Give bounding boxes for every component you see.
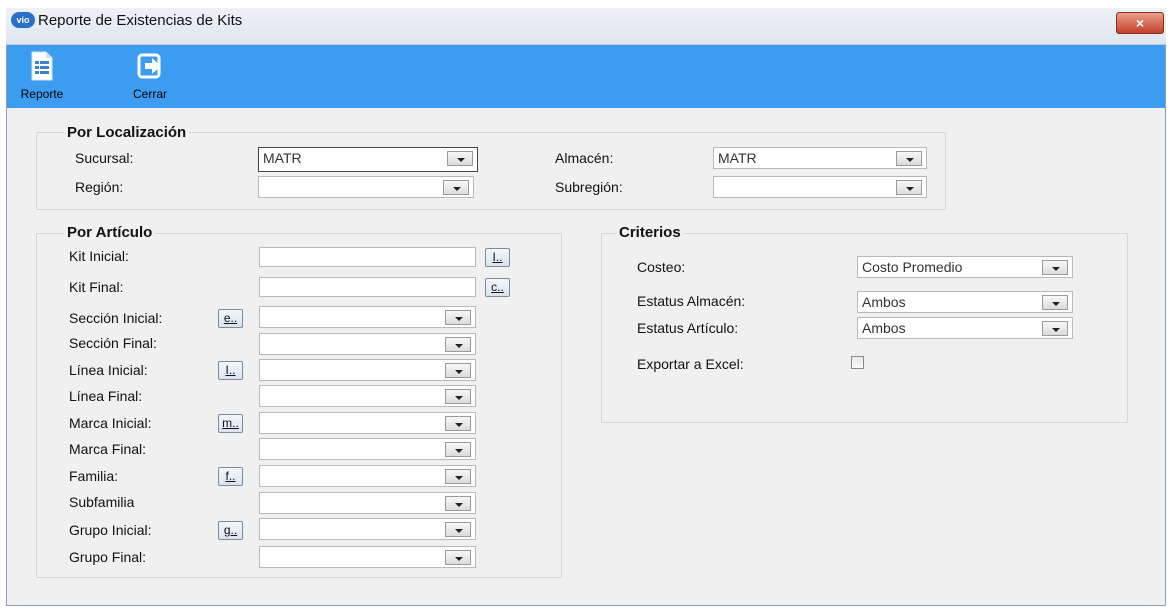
chevron-down-icon[interactable] xyxy=(896,151,922,166)
chevron-down-icon[interactable] xyxy=(445,469,471,484)
window-title: Reporte de Existencias de Kits xyxy=(38,12,243,29)
chevron-down-icon[interactable] xyxy=(445,442,471,457)
chevron-down-icon[interactable] xyxy=(445,363,471,378)
estatus-almacen-value: Ambos xyxy=(862,294,906,310)
chevron-down-icon[interactable] xyxy=(445,496,471,511)
estatus-articulo-select[interactable]: Ambos xyxy=(857,317,1073,339)
familia-search-button[interactable]: f.. xyxy=(218,467,243,486)
exit-arrow-icon xyxy=(137,53,161,79)
chevron-down-icon[interactable] xyxy=(445,416,471,431)
marca-search-button[interactable]: m.. xyxy=(218,414,243,433)
chevron-down-icon[interactable] xyxy=(443,180,469,195)
sucursal-select[interactable]: MATR xyxy=(258,147,478,172)
almacen-value: MATR xyxy=(718,150,757,166)
report-document-icon xyxy=(31,51,53,81)
costeo-value: Costo Promedio xyxy=(862,259,963,275)
close-window-button[interactable]: × xyxy=(1116,12,1164,34)
kit-final-search-button[interactable]: c.. xyxy=(485,278,510,297)
grupo-search-button[interactable]: g.. xyxy=(218,521,243,540)
kit-inicial-label: Kit Inicial: xyxy=(69,248,129,264)
chevron-down-icon[interactable] xyxy=(1042,295,1068,310)
costeo-label: Costeo: xyxy=(637,259,686,275)
familia-label: Familia: xyxy=(69,468,119,484)
linea-final-label: Línea Final: xyxy=(69,388,143,404)
chevron-down-icon[interactable] xyxy=(447,151,473,166)
marca-inicial-select[interactable] xyxy=(259,412,476,434)
grupo-inicial-label: Grupo Inicial: xyxy=(69,522,152,538)
app-logo-icon: vio xyxy=(11,12,35,28)
chevron-down-icon[interactable] xyxy=(896,180,922,195)
estatus-articulo-value: Ambos xyxy=(862,320,906,336)
grupo-inicial-select[interactable] xyxy=(259,518,476,540)
articulo-title: Por Artículo xyxy=(64,224,156,241)
chevron-down-icon[interactable] xyxy=(445,337,471,352)
linea-search-button[interactable]: I.. xyxy=(218,361,243,380)
reporte-button[interactable]: Reporte xyxy=(2,47,82,105)
localizacion-group xyxy=(36,132,946,210)
chevron-down-icon[interactable] xyxy=(445,310,471,325)
almacen-select[interactable]: MATR xyxy=(713,147,927,169)
chevron-down-icon[interactable] xyxy=(1042,260,1068,275)
sucursal-label: Sucursal: xyxy=(75,150,134,166)
seccion-final-select[interactable] xyxy=(259,333,476,355)
marca-inicial-label: Marca Inicial: xyxy=(69,415,152,431)
grupo-final-label: Grupo Final: xyxy=(69,549,147,565)
chevron-down-icon[interactable] xyxy=(445,389,471,404)
region-select[interactable] xyxy=(258,176,474,198)
exportar-excel-label: Exportar a Excel: xyxy=(637,356,744,372)
subfamilia-label: Subfamilia xyxy=(69,494,135,510)
seccion-inicial-select[interactable] xyxy=(259,306,476,328)
subregion-label: Subregión: xyxy=(555,179,623,195)
linea-inicial-label: Línea Inicial: xyxy=(69,362,148,378)
estatus-articulo-label: Estatus Artículo: xyxy=(637,320,739,336)
costeo-select[interactable]: Costo Promedio xyxy=(857,256,1073,278)
kit-final-label: Kit Final: xyxy=(69,279,124,295)
cerrar-button[interactable]: Cerrar xyxy=(110,47,190,105)
reporte-label: Reporte xyxy=(20,87,64,101)
seccion-search-button[interactable]: e.. xyxy=(218,309,243,328)
localizacion-title: Por Localización xyxy=(64,124,190,141)
subfamilia-select[interactable] xyxy=(259,492,476,514)
estatus-almacen-select[interactable]: Ambos xyxy=(857,291,1073,313)
region-label: Región: xyxy=(75,179,124,195)
cerrar-label: Cerrar xyxy=(132,87,167,101)
seccion-inicial-label: Sección Inicial: xyxy=(69,310,163,326)
linea-final-select[interactable] xyxy=(259,385,476,407)
subregion-select[interactable] xyxy=(713,176,927,198)
chevron-down-icon[interactable] xyxy=(1042,321,1068,336)
sucursal-value: MATR xyxy=(263,150,302,166)
kit-final-input[interactable] xyxy=(259,277,476,297)
almacen-label: Almacén: xyxy=(555,150,614,166)
chevron-down-icon[interactable] xyxy=(445,550,471,565)
chevron-down-icon[interactable] xyxy=(445,522,471,537)
familia-select[interactable] xyxy=(259,465,476,487)
seccion-final-label: Sección Final: xyxy=(69,335,157,351)
marca-final-select[interactable] xyxy=(259,438,476,460)
kit-inicial-input[interactable] xyxy=(259,247,476,267)
kit-inicial-search-button[interactable]: I.. xyxy=(485,248,510,267)
estatus-almacen-label: Estatus Almacén: xyxy=(637,293,746,309)
linea-inicial-select[interactable] xyxy=(259,359,476,381)
marca-final-label: Marca Final: xyxy=(69,441,147,457)
grupo-final-select[interactable] xyxy=(259,546,476,568)
exportar-excel-checkbox[interactable] xyxy=(851,356,864,369)
criterios-title: Criterios xyxy=(616,224,684,241)
